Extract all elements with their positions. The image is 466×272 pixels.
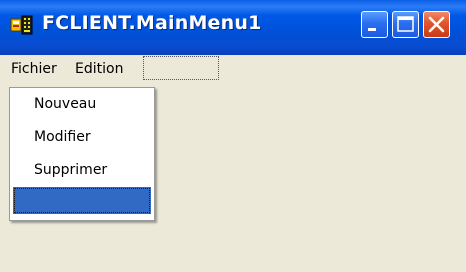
menu-fichier[interactable]: Fichier bbox=[11, 61, 57, 77]
menu-item-modifier[interactable]: Modifier bbox=[34, 129, 91, 145]
close-icon bbox=[428, 16, 445, 33]
menu-new-item-placeholder[interactable] bbox=[143, 56, 219, 80]
menu-edition[interactable]: Edition bbox=[75, 61, 123, 77]
fichier-dropdown-menu: Nouveau Modifier Supprimer bbox=[9, 87, 155, 221]
maximize-icon bbox=[397, 16, 414, 32]
delphi-form-icon[interactable] bbox=[10, 13, 34, 37]
menu-item-new-placeholder[interactable] bbox=[13, 187, 151, 214]
close-button[interactable] bbox=[423, 11, 450, 38]
app-window: FCLIENT.MainMenu1 Fichier Edition Nouvea… bbox=[0, 0, 466, 272]
menu-item-nouveau[interactable]: Nouveau bbox=[34, 96, 96, 112]
maximize-button[interactable] bbox=[392, 11, 419, 38]
minimize-button[interactable] bbox=[361, 11, 388, 38]
title-bar[interactable]: FCLIENT.MainMenu1 bbox=[0, 0, 466, 55]
minimize-icon bbox=[368, 28, 376, 31]
menu-bar: Fichier Edition bbox=[0, 55, 466, 85]
window-title: FCLIENT.MainMenu1 bbox=[42, 12, 262, 34]
menu-item-supprimer[interactable]: Supprimer bbox=[34, 162, 107, 178]
